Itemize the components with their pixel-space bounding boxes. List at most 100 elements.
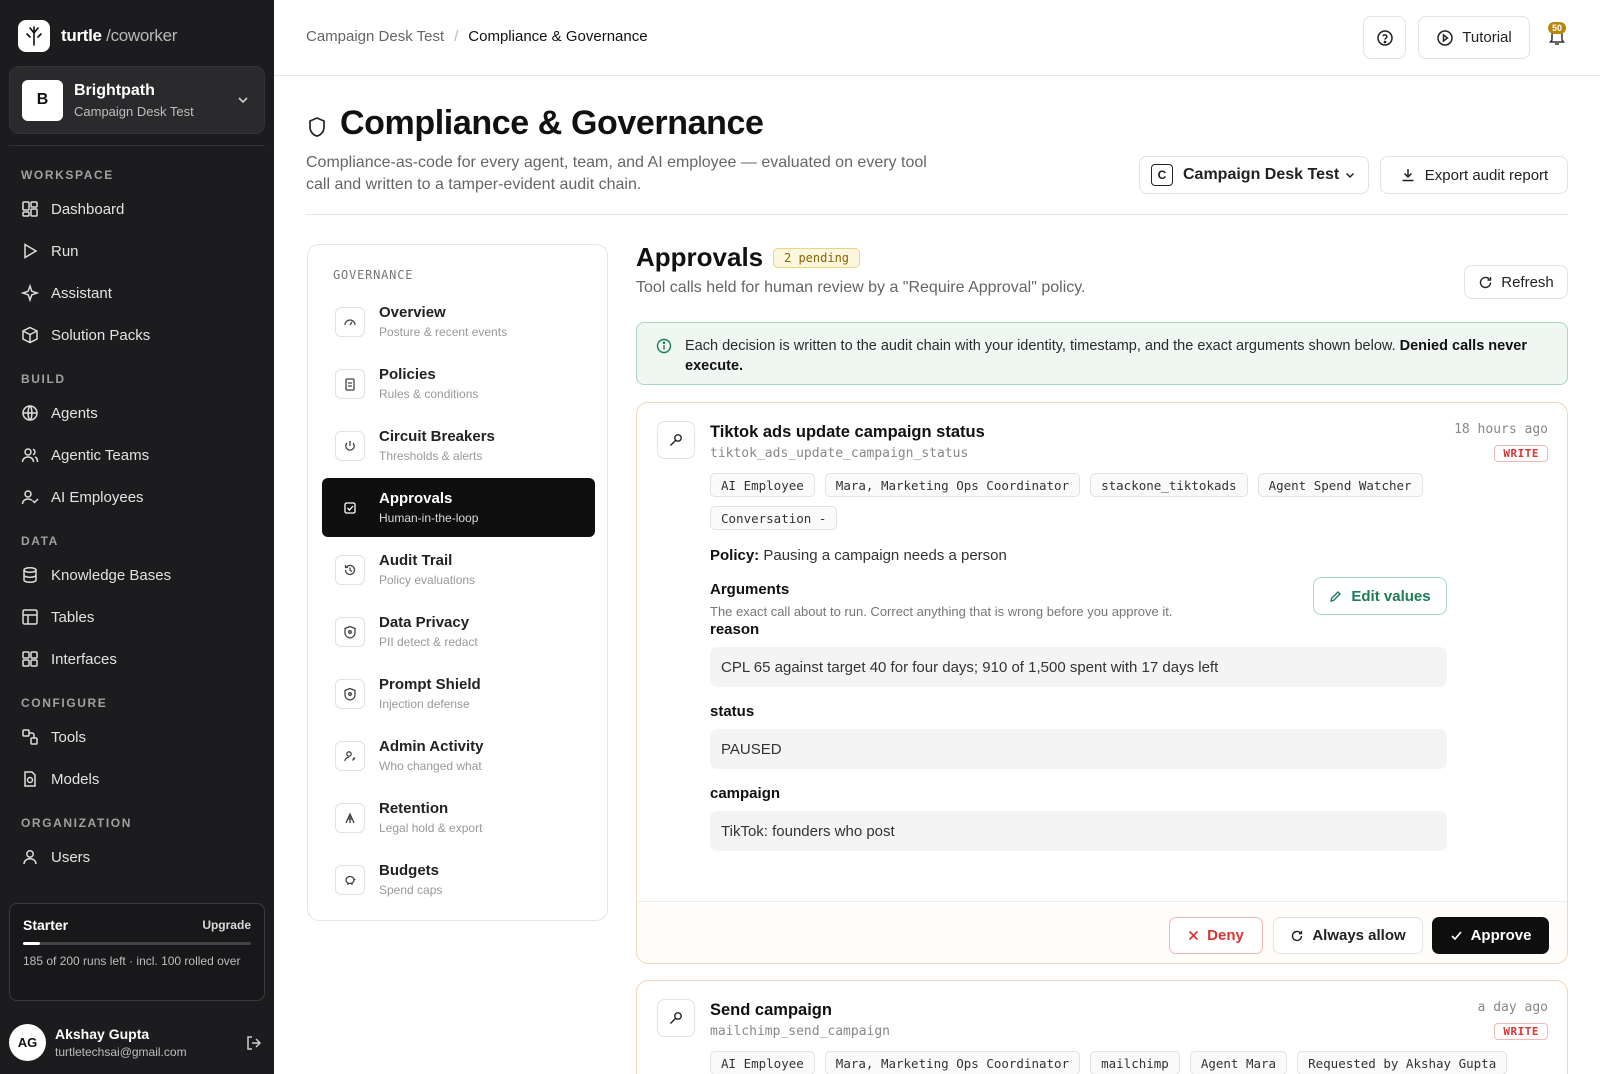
plan-progress-bar — [23, 942, 251, 945]
sidebar-item-assistant[interactable]: Assistant — [0, 272, 274, 314]
gov-item-data-privacy[interactable]: Data Privacy PII detect & redact — [322, 602, 595, 661]
refresh-button[interactable]: Refresh — [1464, 265, 1568, 299]
approval-function: mailchimp_send_campaign — [710, 1024, 891, 1039]
sidebar-item-tools[interactable]: Tools — [0, 716, 274, 758]
policy-label: Policy: — [710, 547, 760, 564]
gov-item-circuit-breakers[interactable]: Circuit Breakers Thresholds & alerts — [322, 416, 595, 475]
gov-item-label: Retention — [379, 800, 449, 817]
pencil-icon — [1330, 590, 1342, 602]
governance-title: GOVERNANCE — [333, 268, 414, 282]
sidebar-item-agents[interactable]: Agents — [0, 392, 274, 434]
gov-item-policies[interactable]: Policies Rules & conditions — [322, 354, 595, 413]
approval-title: Tiktok ads update campaign status — [710, 423, 985, 441]
context-chips: AI Employee Mara, Marketing Ops Coordina… — [710, 473, 1450, 539]
approval-time: 18 hours ago — [1454, 422, 1548, 437]
sidebar-item-label: Assistant — [51, 284, 112, 302]
sidebar-item-label: Interfaces — [51, 650, 117, 668]
always-allow-button[interactable]: Always allow — [1273, 917, 1423, 954]
tool-call-icon — [657, 999, 695, 1037]
gov-item-prompt-shield[interactable]: Prompt Shield Injection defense — [322, 664, 595, 723]
layout-icon — [22, 651, 38, 667]
audit-info-banner: Each decision is written to the audit ch… — [636, 322, 1568, 385]
sidebar-item-interfaces[interactable]: Interfaces — [0, 638, 274, 680]
gov-item-audit-trail[interactable]: Audit Trail Policy evaluations — [322, 540, 595, 599]
chip: AI Employee — [710, 1051, 815, 1074]
approve-button[interactable]: Approve — [1432, 917, 1549, 954]
nav-section-data: DATA — [21, 534, 59, 548]
header-divider — [306, 214, 1568, 215]
check-square-icon — [335, 492, 365, 523]
gov-item-budgets[interactable]: Budgets Spend caps — [322, 850, 595, 909]
play-icon — [24, 243, 38, 259]
workspace-avatar: B — [22, 79, 63, 121]
workspace-name: Brightpath — [74, 81, 155, 99]
gov-item-approvals[interactable]: Approvals Human-in-the-loop — [322, 478, 595, 537]
workspace-select-value: Campaign Desk Test — [1183, 166, 1340, 183]
play-circle-icon — [1437, 29, 1454, 46]
gov-item-label: Admin Activity — [379, 738, 484, 755]
gov-item-sub: Human-in-the-loop — [379, 511, 479, 525]
help-icon — [1376, 29, 1393, 46]
chip: Conversation - — [710, 506, 838, 530]
gov-item-admin-activity[interactable]: Admin Activity Who changed what — [322, 726, 595, 785]
gov-item-overview[interactable]: Overview Posture & recent events — [322, 292, 595, 351]
sidebar-item-users[interactable]: Users — [0, 836, 274, 878]
turtle-logo-icon — [18, 20, 50, 52]
help-button[interactable] — [1363, 16, 1406, 59]
piggy-bank-icon — [335, 864, 365, 895]
tool-call-icon — [657, 421, 695, 459]
approval-card: Tiktok ads update campaign status tiktok… — [636, 402, 1568, 964]
export-audit-report-button[interactable]: Export audit report — [1380, 156, 1568, 194]
approval-time: a day ago — [1477, 1000, 1548, 1015]
sidebar-item-dashboard[interactable]: Dashboard — [0, 188, 274, 230]
history-icon — [335, 554, 365, 585]
sidebar-item-ai-employees[interactable]: AI Employees — [0, 476, 274, 518]
nav-section-configure: CONFIGURE — [21, 696, 108, 710]
sidebar-item-label: Users — [51, 848, 91, 866]
sidebar-item-label: AI Employees — [51, 488, 144, 506]
pending-badge: 2 pending — [773, 248, 861, 268]
approvals-description: Tool calls held for human review by a "R… — [636, 279, 1086, 296]
tutorial-label: Tutorial — [1462, 29, 1512, 46]
sidebar-item-label: Agents — [51, 404, 98, 422]
workspace-switcher[interactable]: B Brightpath Campaign Desk Test — [9, 66, 265, 134]
breadcrumb-current: Compliance & Governance — [468, 28, 648, 45]
always-allow-label: Always allow — [1312, 927, 1406, 944]
refresh-label: Refresh — [1501, 273, 1554, 291]
close-icon — [1189, 930, 1199, 941]
logout-icon[interactable] — [245, 1034, 263, 1052]
approvals-title: Approvals — [636, 242, 764, 272]
download-icon — [1402, 169, 1414, 182]
sidebar-item-tables[interactable]: Tables — [0, 596, 274, 638]
approve-label: Approve — [1470, 927, 1532, 944]
plan-usage-text: 185 of 200 runs left · incl. 100 rolled … — [23, 954, 241, 968]
edit-values-button[interactable]: Edit values — [1313, 577, 1447, 615]
user-profile[interactable]: AG Akshay Gupta turtletechsai@gmail.com — [9, 1024, 265, 1061]
nav-section-organization: ORGANIZATION — [21, 816, 132, 830]
deny-button[interactable]: Deny — [1169, 917, 1263, 954]
gov-item-label: Circuit Breakers — [379, 428, 495, 445]
gov-item-label: Policies — [379, 366, 436, 383]
breadcrumb-workspace[interactable]: Campaign Desk Test — [306, 28, 444, 45]
brand[interactable]: turtle /coworker — [18, 20, 177, 52]
user-email: turtletechsai@gmail.com — [55, 1045, 187, 1059]
gov-item-sub: Legal hold & export — [379, 821, 483, 835]
sidebar-item-solution-packs[interactable]: Solution Packs — [0, 314, 274, 356]
gov-item-retention[interactable]: Retention Legal hold & export — [322, 788, 595, 847]
refresh-icon — [1292, 930, 1303, 941]
notification-badge: 50 — [1548, 22, 1567, 34]
sidebar-item-models[interactable]: Models — [0, 758, 274, 800]
plan-name: Starter — [23, 917, 69, 933]
user-icon — [23, 850, 37, 865]
user-check-icon — [21, 490, 39, 505]
upgrade-link[interactable]: Upgrade — [202, 918, 251, 932]
chevron-down-icon — [1346, 172, 1355, 179]
workspace-select[interactable]: C Campaign Desk Test — [1139, 156, 1369, 194]
sidebar-item-run[interactable]: Run — [0, 230, 274, 272]
sidebar-item-agentic-teams[interactable]: Agentic Teams — [0, 434, 274, 476]
sidebar-item-knowledge-bases[interactable]: Knowledge Bases — [0, 554, 274, 596]
sidebar-item-label: Tables — [51, 608, 95, 626]
database-icon — [23, 566, 37, 584]
tutorial-button[interactable]: Tutorial — [1418, 16, 1530, 59]
package-icon — [22, 326, 38, 344]
